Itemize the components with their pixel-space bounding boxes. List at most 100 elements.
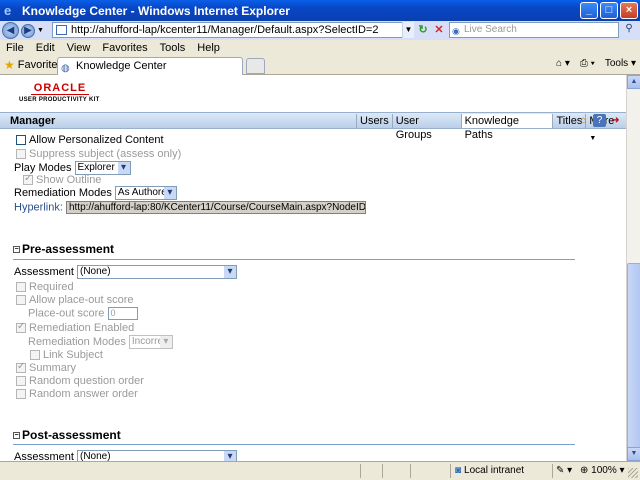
post-assessment-value: (None) bbox=[79, 451, 111, 461]
remediation-modes-select[interactable]: As Authored bbox=[114, 186, 177, 200]
maximize-button[interactable]: □ bbox=[600, 2, 618, 19]
oracle-product: USER PRODUCTIVITY KIT bbox=[19, 97, 100, 103]
menu-help[interactable]: Help bbox=[197, 42, 220, 54]
allow-placeout-row: Allow place-out score bbox=[16, 294, 134, 306]
menu-file[interactable]: File bbox=[6, 42, 24, 54]
zoom-icon: ⊕ bbox=[580, 465, 589, 476]
exit-icon[interactable]: ➜ bbox=[609, 114, 622, 127]
status-divider bbox=[382, 464, 383, 478]
print-icon[interactable]: ⎙ ▾ bbox=[580, 58, 595, 69]
required-row: Required bbox=[16, 281, 74, 293]
summary-row: Summary bbox=[16, 361, 76, 374]
remediation-modes-label: Remediation Modes bbox=[14, 186, 112, 199]
random-question-checkbox[interactable] bbox=[16, 376, 26, 387]
history-dropdown-icon[interactable]: ▼ bbox=[37, 27, 44, 34]
tab-knowledge-paths[interactable]: Knowledge Paths bbox=[460, 114, 553, 141]
pre-assessment-heading[interactable]: − Pre-assessment bbox=[13, 242, 114, 256]
link-subject-label: Link Subject bbox=[43, 349, 103, 361]
pre-remediation-modes-row: Remediation Modes Incorrect bbox=[28, 335, 173, 349]
scroll-down-icon[interactable]: ▼ bbox=[627, 447, 640, 461]
scroll-up-icon[interactable]: ▲ bbox=[627, 75, 640, 89]
collapse-icon[interactable]: − bbox=[13, 432, 20, 440]
browser-tab[interactable]: ◍ Knowledge Center bbox=[57, 57, 243, 75]
allow-personalized-checkbox[interactable] bbox=[16, 135, 26, 146]
pre-assessment-select-row: Assessment (None) bbox=[14, 265, 237, 279]
new-tab-button[interactable] bbox=[246, 58, 265, 74]
allow-placeout-label: Allow place-out score bbox=[29, 294, 134, 306]
hyperlink-field[interactable]: http://ahufford-lap:80/KCenter11/Course/… bbox=[65, 201, 366, 214]
menu-view[interactable]: View bbox=[67, 42, 91, 54]
search-placeholder: Live Search bbox=[464, 24, 517, 35]
back-button[interactable]: ◀ bbox=[2, 22, 19, 39]
manager-icons: ⌂ ? ➜ bbox=[577, 114, 622, 127]
random-answer-row: Random answer order bbox=[16, 388, 138, 400]
pre-remediation-modes-select[interactable]: Incorrect bbox=[128, 335, 173, 349]
stop-icon[interactable]: ✕ bbox=[432, 23, 446, 37]
pre-assessment-title: Pre-assessment bbox=[22, 242, 115, 256]
tools-label: Tools bbox=[604, 58, 629, 69]
favorites-bar: ★ Favorites ◍ Knowledge Center ⌂ ▾ ⎙ ▾ T… bbox=[0, 56, 640, 75]
resize-grip[interactable] bbox=[628, 468, 638, 478]
suppress-subject-checkbox[interactable] bbox=[16, 149, 26, 160]
post-assessment-heading[interactable]: − Post-assessment bbox=[13, 428, 121, 442]
zoom-control[interactable]: ⊕ 100% ▾ bbox=[580, 465, 625, 476]
live-search-icon: ◉ bbox=[452, 26, 460, 36]
favorites-button[interactable]: ★ Favorites bbox=[4, 58, 63, 72]
link-subject-checkbox[interactable] bbox=[30, 350, 40, 361]
link-subject-row: Link Subject bbox=[30, 349, 103, 361]
show-outline-label: Show Outline bbox=[36, 174, 102, 186]
star-icon: ★ bbox=[4, 58, 15, 72]
post-assessment-divider bbox=[13, 444, 575, 445]
suppress-subject-row: Suppress subject (assess only) bbox=[16, 148, 181, 160]
play-modes-select[interactable]: Explorer bbox=[74, 161, 131, 175]
security-zone[interactable]: ◙ Local intranet bbox=[455, 465, 524, 476]
menu-tools[interactable]: Tools bbox=[160, 42, 186, 54]
summary-checkbox[interactable] bbox=[16, 361, 26, 374]
status-divider bbox=[410, 464, 411, 478]
menu-bar: File Edit View Favorites Tools Help bbox=[0, 40, 640, 56]
allow-placeout-checkbox[interactable] bbox=[16, 295, 26, 306]
manager-title: Manager bbox=[10, 115, 56, 127]
window-controls: _ □ × bbox=[580, 2, 638, 19]
refresh-icon[interactable]: ↻ bbox=[416, 23, 430, 37]
help-icon[interactable]: ? bbox=[593, 114, 606, 127]
required-label: Required bbox=[29, 281, 74, 293]
remediation-enabled-row: Remediation Enabled bbox=[16, 321, 135, 334]
zone-label: Local intranet bbox=[464, 465, 525, 476]
oracle-header: ORACLE USER PRODUCTIVITY KIT bbox=[0, 75, 626, 112]
post-assessment-select[interactable]: (None) bbox=[76, 450, 237, 461]
placeout-score-input[interactable]: 0 bbox=[107, 307, 138, 320]
placeout-score-row: Place-out score 0 bbox=[28, 307, 138, 320]
random-answer-checkbox[interactable] bbox=[16, 389, 26, 400]
status-divider bbox=[450, 464, 451, 478]
scroll-thumb[interactable] bbox=[627, 263, 640, 448]
remediation-enabled-checkbox[interactable] bbox=[16, 321, 26, 334]
tab-user-groups[interactable]: User Groups bbox=[391, 114, 461, 141]
required-checkbox[interactable] bbox=[16, 282, 26, 293]
menu-edit[interactable]: Edit bbox=[36, 42, 55, 54]
forward-button[interactable]: ▶ bbox=[21, 23, 35, 38]
pre-assessment-value: (None) bbox=[79, 266, 111, 277]
home-menu-icon[interactable]: ⌂ ▾ bbox=[556, 58, 570, 69]
search-icon[interactable]: ⚲ bbox=[621, 23, 637, 37]
home-icon[interactable]: ⌂ bbox=[577, 114, 590, 127]
show-outline-checkbox[interactable] bbox=[23, 173, 33, 186]
tools-menu[interactable]: Tools ▾ bbox=[605, 58, 636, 69]
minimize-button[interactable]: _ bbox=[580, 2, 598, 19]
tab-title: Knowledge Center bbox=[76, 60, 167, 72]
pre-assessment-select[interactable]: (None) bbox=[76, 265, 237, 279]
address-dropdown-icon[interactable]: ▼ bbox=[402, 22, 414, 38]
random-answer-label: Random answer order bbox=[29, 388, 138, 400]
search-input[interactable]: ◉ Live Search bbox=[449, 22, 619, 38]
menu-favorites[interactable]: Favorites bbox=[102, 42, 147, 54]
address-input[interactable]: http://ahufford-lap/kcenter11/Manager/De… bbox=[52, 22, 414, 38]
tab-users[interactable]: Users bbox=[356, 114, 392, 128]
remediation-enabled-label: Remediation Enabled bbox=[29, 322, 135, 334]
random-question-row: Random question order bbox=[16, 375, 144, 387]
pre-assessment-divider bbox=[13, 259, 575, 260]
collapse-icon[interactable]: − bbox=[13, 246, 20, 254]
protected-mode-icon[interactable]: ✎ ▾ bbox=[556, 465, 572, 476]
remediation-modes-value: As Authored bbox=[117, 187, 173, 198]
vertical-scrollbar[interactable]: ▲ ▼ bbox=[626, 75, 640, 461]
close-button[interactable]: × bbox=[620, 2, 638, 19]
